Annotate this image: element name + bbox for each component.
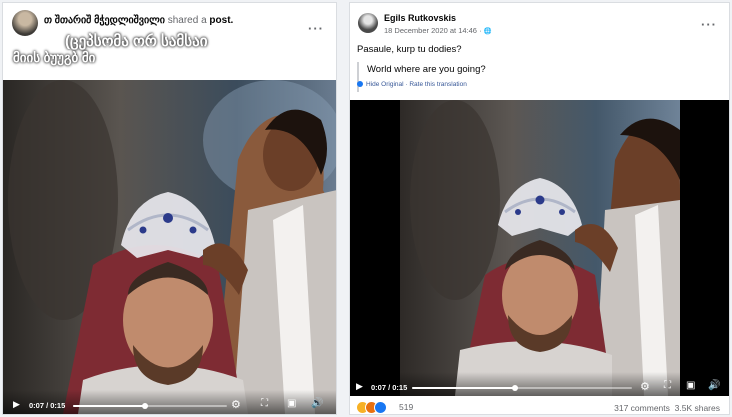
fullscreen-icon[interactable]: ⛶ [261,398,268,409]
like-reaction-icon [374,401,387,414]
progress-knob[interactable] [142,403,149,409]
post-header: თ შთარიშ მჭედლიშვილი shared a post. [44,15,233,26]
volume-icon[interactable]: 🔊 [708,380,720,391]
reaction-count[interactable]: 519 [399,402,413,412]
timestamp-text[interactable]: 18 December 2020 at 14:46 · [384,26,484,35]
translate-icon [357,81,363,87]
video-player[interactable]: ▶ 0:07 / 0:15 ⚙ ⛶ ▣ 🔊 [3,80,336,414]
video-controls: ▶ 0:07 / 0:15 ⚙ ⛶ ▣ 🔊 [3,390,336,414]
overlay-caption-line-2: მიის ბუუგბ მი [13,50,96,65]
author-name[interactable]: თ შთარიშ მჭედლიშვილი [44,15,165,26]
play-icon[interactable]: ▶ [13,399,20,410]
video-frame [3,80,336,414]
play-icon[interactable]: ▶ [356,381,363,392]
rate-translation-link[interactable]: Rate this translation [409,81,466,88]
translation-links: Hide Original · Rate this translation [366,81,467,88]
hide-original-link[interactable]: Hide Original [366,81,404,88]
author-avatar[interactable] [12,10,38,36]
post-text: Pasaule, kurp tu dodies? [357,44,462,55]
video-time: 0:07 / 0:15 [29,401,66,410]
pip-icon[interactable]: ▣ [686,380,695,391]
progress-knob[interactable] [512,385,519,391]
progress-bar[interactable] [412,385,632,391]
progress-fill [412,387,516,389]
shared-post-left: თ შთარიშ მჭედლიშვილი shared a post. ··· … [2,2,337,415]
pip-icon[interactable]: ▣ [287,398,296,409]
author-avatar[interactable] [358,13,378,33]
fullscreen-icon[interactable]: ⛶ [664,380,671,391]
settings-icon[interactable]: ⚙ [640,380,650,393]
globe-icon: 🌐 [483,28,492,35]
shared-object-link[interactable]: post. [209,15,233,26]
settings-icon[interactable]: ⚙ [231,398,241,411]
volume-icon[interactable]: 🔊 [311,398,323,409]
video-controls: ▶ 0:07 / 0:15 ⚙ ⛶ ▣ 🔊 [350,372,729,396]
progress-bar[interactable] [73,403,227,409]
shares-count[interactable]: 3.5K shares [675,403,720,413]
comments-count[interactable]: 317 comments [614,403,670,413]
shared-action: shared a [167,15,207,26]
video-player[interactable]: ▶ 0:07 / 0:15 ⚙ ⛶ ▣ 🔊 [350,100,729,396]
overlay-caption-line-1: (ცეპსომა ორ სამსაი [65,33,208,50]
more-options-icon[interactable]: ··· [308,21,324,36]
author-name[interactable]: Egils Rutkovskis [384,13,456,23]
progress-fill [73,405,146,407]
engagement-stats: 317 comments 3.5K shares [614,403,720,413]
post-timestamp[interactable]: 18 December 2020 at 14:46 · 🌐 [384,26,492,35]
video-time: 0:07 / 0:15 [371,383,408,392]
more-options-icon[interactable]: ··· [701,17,717,32]
video-frame [350,100,729,396]
translation-text: World where are you going? [367,64,486,75]
post-right: Egils Rutkovskis 18 December 2020 at 14:… [349,2,730,415]
